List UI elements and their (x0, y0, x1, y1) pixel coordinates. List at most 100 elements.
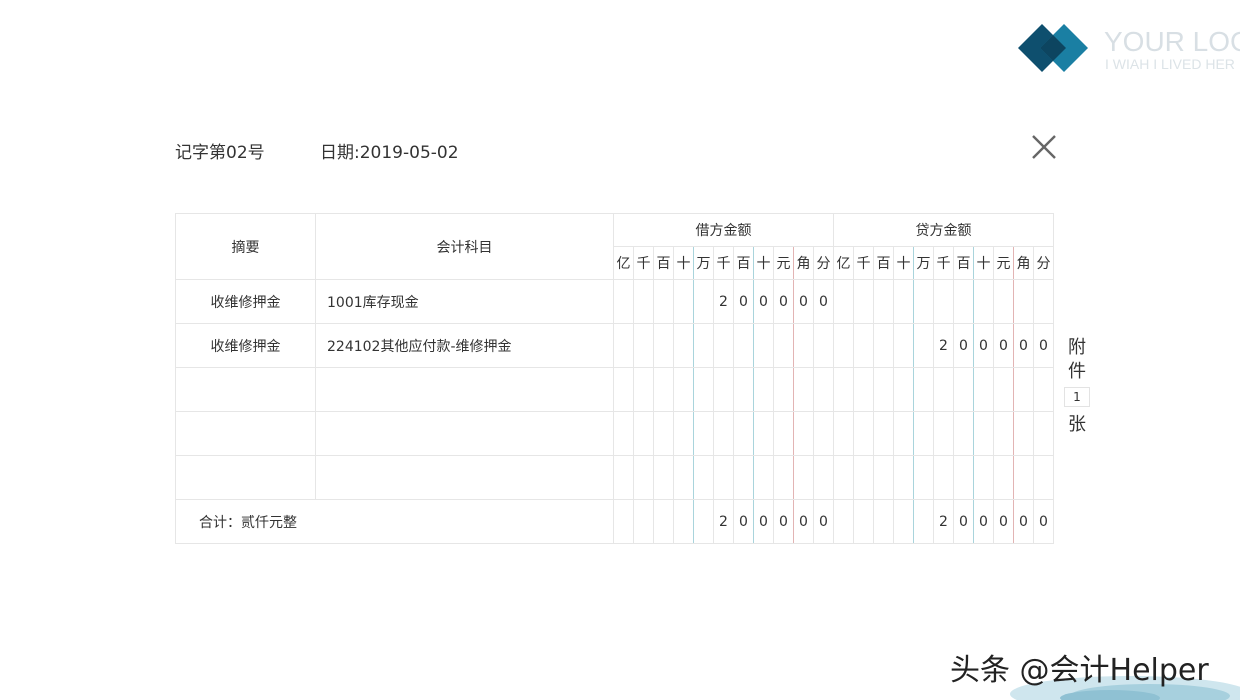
debit-digit-cell[interactable] (653, 455, 674, 500)
debit-total-digit-cell[interactable] (613, 499, 634, 544)
credit-digit-cell[interactable] (873, 455, 894, 500)
debit-digit-cell[interactable] (773, 367, 794, 412)
credit-digit-cell[interactable] (953, 279, 974, 324)
debit-digit-cell[interactable] (733, 367, 754, 412)
credit-digit-cell[interactable] (913, 323, 934, 368)
credit-digit-cell[interactable] (853, 411, 874, 456)
credit-digit-cell[interactable] (833, 411, 854, 456)
debit-digit-cell[interactable] (733, 455, 754, 500)
credit-total-digit-cell[interactable]: 0 (993, 499, 1014, 544)
credit-digit-cell[interactable] (873, 323, 894, 368)
debit-digit-cell[interactable] (753, 455, 774, 500)
credit-digit-cell[interactable]: 0 (1033, 323, 1054, 368)
close-icon[interactable] (1030, 133, 1058, 161)
summary-cell[interactable]: 收维修押金 (175, 279, 316, 324)
credit-digit-cell[interactable] (853, 367, 874, 412)
credit-digit-cell[interactable]: 2 (933, 323, 954, 368)
subject-cell[interactable] (315, 455, 614, 500)
debit-digit-cell[interactable] (773, 323, 794, 368)
summary-cell[interactable] (175, 411, 316, 456)
debit-digit-cell[interactable] (793, 455, 814, 500)
debit-digit-cell[interactable] (673, 279, 694, 324)
debit-digit-cell[interactable] (613, 323, 634, 368)
debit-digit-cell[interactable]: 0 (733, 279, 754, 324)
subject-cell[interactable] (315, 367, 614, 412)
credit-digit-cell[interactable]: 0 (993, 323, 1014, 368)
credit-digit-cell[interactable] (873, 279, 894, 324)
subject-cell[interactable]: 1001库存现金 (315, 279, 614, 324)
debit-digit-cell[interactable] (633, 323, 654, 368)
credit-digit-cell[interactable] (933, 367, 954, 412)
credit-digit-cell[interactable] (833, 323, 854, 368)
credit-total-digit-cell[interactable] (913, 499, 934, 544)
credit-digit-cell[interactable] (1013, 279, 1034, 324)
credit-digit-cell[interactable] (933, 455, 954, 500)
debit-total-digit-cell[interactable]: 0 (813, 499, 834, 544)
credit-digit-cell[interactable] (973, 279, 994, 324)
summary-cell[interactable]: 收维修押金 (175, 323, 316, 368)
debit-digit-cell[interactable] (793, 323, 814, 368)
debit-digit-cell[interactable] (753, 323, 774, 368)
credit-digit-cell[interactable] (993, 455, 1014, 500)
debit-digit-cell[interactable] (713, 323, 734, 368)
debit-digit-cell[interactable] (773, 455, 794, 500)
subject-cell[interactable]: 224102其他应付款-维修押金 (315, 323, 614, 368)
debit-digit-cell[interactable] (673, 367, 694, 412)
credit-digit-cell[interactable] (833, 455, 854, 500)
debit-digit-cell[interactable] (613, 411, 634, 456)
credit-digit-cell[interactable] (893, 455, 914, 500)
credit-total-digit-cell[interactable] (833, 499, 854, 544)
credit-digit-cell[interactable] (1013, 367, 1034, 412)
debit-digit-cell[interactable] (653, 279, 674, 324)
debit-digit-cell[interactable] (793, 367, 814, 412)
credit-digit-cell[interactable] (853, 323, 874, 368)
debit-digit-cell[interactable] (713, 411, 734, 456)
debit-digit-cell[interactable] (633, 455, 654, 500)
credit-digit-cell[interactable] (953, 411, 974, 456)
debit-digit-cell[interactable] (633, 367, 654, 412)
credit-digit-cell[interactable] (973, 455, 994, 500)
debit-total-digit-cell[interactable]: 2 (713, 499, 734, 544)
credit-total-digit-cell[interactable] (893, 499, 914, 544)
credit-total-digit-cell[interactable]: 2 (933, 499, 954, 544)
debit-total-digit-cell[interactable] (693, 499, 714, 544)
credit-digit-cell[interactable] (1033, 455, 1054, 500)
debit-total-digit-cell[interactable] (653, 499, 674, 544)
credit-total-digit-cell[interactable]: 0 (953, 499, 974, 544)
credit-digit-cell[interactable] (893, 411, 914, 456)
credit-digit-cell[interactable] (833, 279, 854, 324)
credit-digit-cell[interactable]: 0 (953, 323, 974, 368)
credit-digit-cell[interactable] (873, 367, 894, 412)
credit-digit-cell[interactable] (993, 411, 1014, 456)
credit-total-digit-cell[interactable]: 0 (973, 499, 994, 544)
debit-digit-cell[interactable] (613, 367, 634, 412)
debit-digit-cell[interactable] (753, 411, 774, 456)
debit-digit-cell[interactable] (613, 279, 634, 324)
debit-total-digit-cell[interactable]: 0 (793, 499, 814, 544)
credit-digit-cell[interactable] (913, 411, 934, 456)
debit-digit-cell[interactable] (693, 411, 714, 456)
credit-digit-cell[interactable] (953, 367, 974, 412)
credit-total-digit-cell[interactable] (853, 499, 874, 544)
debit-digit-cell[interactable] (673, 323, 694, 368)
credit-digit-cell[interactable] (1033, 367, 1054, 412)
debit-digit-cell[interactable] (693, 323, 714, 368)
debit-digit-cell[interactable] (733, 323, 754, 368)
attachments-count-input[interactable]: 1 (1064, 387, 1090, 407)
debit-total-digit-cell[interactable]: 0 (773, 499, 794, 544)
debit-total-digit-cell[interactable] (673, 499, 694, 544)
debit-digit-cell[interactable] (653, 367, 674, 412)
debit-digit-cell[interactable] (733, 411, 754, 456)
credit-digit-cell[interactable] (993, 367, 1014, 412)
debit-digit-cell[interactable] (633, 411, 654, 456)
credit-digit-cell[interactable]: 0 (973, 323, 994, 368)
credit-digit-cell[interactable]: 0 (1013, 323, 1034, 368)
credit-digit-cell[interactable] (893, 279, 914, 324)
credit-digit-cell[interactable] (1013, 455, 1034, 500)
debit-digit-cell[interactable]: 0 (753, 279, 774, 324)
debit-digit-cell[interactable] (753, 367, 774, 412)
credit-total-digit-cell[interactable]: 0 (1013, 499, 1034, 544)
debit-digit-cell[interactable] (793, 411, 814, 456)
credit-digit-cell[interactable] (913, 367, 934, 412)
credit-digit-cell[interactable] (953, 455, 974, 500)
